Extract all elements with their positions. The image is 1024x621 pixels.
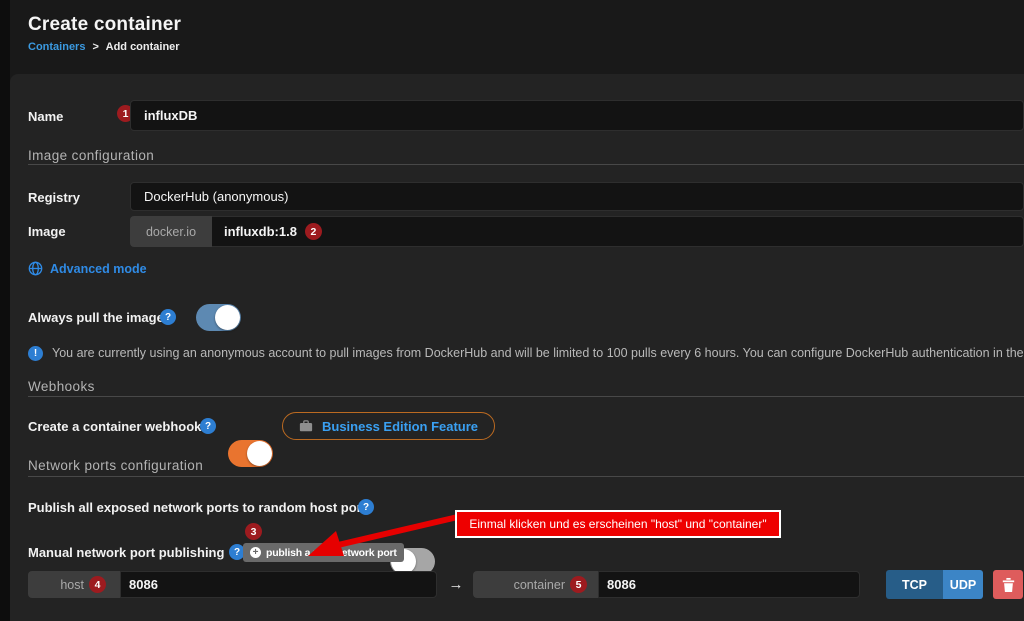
business-edition-pill[interactable]: Business Edition Feature <box>282 412 495 440</box>
breadcrumb: Containers > Add container <box>28 41 180 53</box>
image-label: Image <box>28 224 66 239</box>
advanced-mode-label: Advanced mode <box>50 262 147 276</box>
publish-all-help-icon[interactable]: ? <box>358 499 374 515</box>
briefcase-icon <box>299 419 313 433</box>
breadcrumb-current: Add container <box>106 41 180 53</box>
section-divider <box>28 164 1024 165</box>
container-port-addon: container 5 <box>473 571 598 598</box>
step-badge-5: 5 <box>570 576 587 593</box>
name-input[interactable] <box>130 100 1024 131</box>
always-pull-toggle[interactable] <box>196 304 241 331</box>
info-text: You are currently using an anonymous acc… <box>52 346 1024 360</box>
registry-select[interactable] <box>130 182 1024 211</box>
udp-button[interactable]: UDP <box>943 570 983 599</box>
business-edition-label: Business Edition Feature <box>322 419 478 434</box>
webhook-toggle[interactable] <box>228 440 273 467</box>
section-divider <box>28 476 1024 477</box>
dockerhub-info-banner: ! You are currently using an anonymous a… <box>28 344 1024 362</box>
webhooks-section-title: Webhooks <box>28 379 95 394</box>
toggle-knob <box>215 305 240 330</box>
trash-icon <box>1002 578 1015 592</box>
host-port-addon: host 4 <box>28 571 120 598</box>
publish-port-button-label: publish a new network port <box>266 547 397 559</box>
manual-publishing-label: Manual network port publishing <box>28 545 224 560</box>
always-pull-help-icon[interactable]: ? <box>160 309 176 325</box>
registry-label: Registry <box>28 190 80 205</box>
webhook-help-icon[interactable]: ? <box>200 418 216 434</box>
container-port-input[interactable] <box>598 571 860 598</box>
info-icon: ! <box>28 346 43 361</box>
port-mapping-arrow: → <box>444 571 468 598</box>
tcp-button[interactable]: TCP <box>886 570 943 599</box>
step-badge-3: 3 <box>245 523 262 540</box>
create-webhook-label: Create a container webhook <box>28 419 201 434</box>
globe-icon <box>28 261 43 276</box>
step-badge-4: 4 <box>89 576 106 593</box>
breadcrumb-separator: > <box>93 41 99 53</box>
advanced-mode-link[interactable]: Advanced mode <box>28 261 147 276</box>
create-container-page: Create container Containers > Add contai… <box>0 0 1024 621</box>
toggle-knob <box>247 441 272 466</box>
remove-port-button[interactable] <box>993 570 1023 599</box>
container-addon-label: container <box>514 578 565 592</box>
image-input[interactable]: influxdb:1.8 2 <box>212 216 1024 247</box>
plus-circle-icon: + <box>250 547 261 558</box>
image-value: influxdb:1.8 <box>224 224 297 239</box>
step-badge-2: 2 <box>305 223 322 240</box>
publish-all-label: Publish all exposed network ports to ran… <box>28 500 373 515</box>
annotation-box: Einmal klicken und es erscheinen "host" … <box>455 510 781 538</box>
network-section-title: Network ports configuration <box>28 458 203 473</box>
host-port-input[interactable] <box>120 571 437 598</box>
name-label: Name <box>28 109 63 124</box>
breadcrumb-containers-link[interactable]: Containers <box>28 41 85 53</box>
image-prefix-addon: docker.io <box>130 216 212 247</box>
always-pull-label: Always pull the image <box>28 310 164 325</box>
publish-port-button[interactable]: + publish a new network port <box>243 543 404 562</box>
annotation-text: Einmal klicken und es erscheinen "host" … <box>469 517 766 531</box>
section-divider <box>28 396 1024 397</box>
image-config-section-title: Image configuration <box>28 148 154 163</box>
host-addon-label: host <box>60 578 84 592</box>
page-title: Create container <box>28 14 181 36</box>
